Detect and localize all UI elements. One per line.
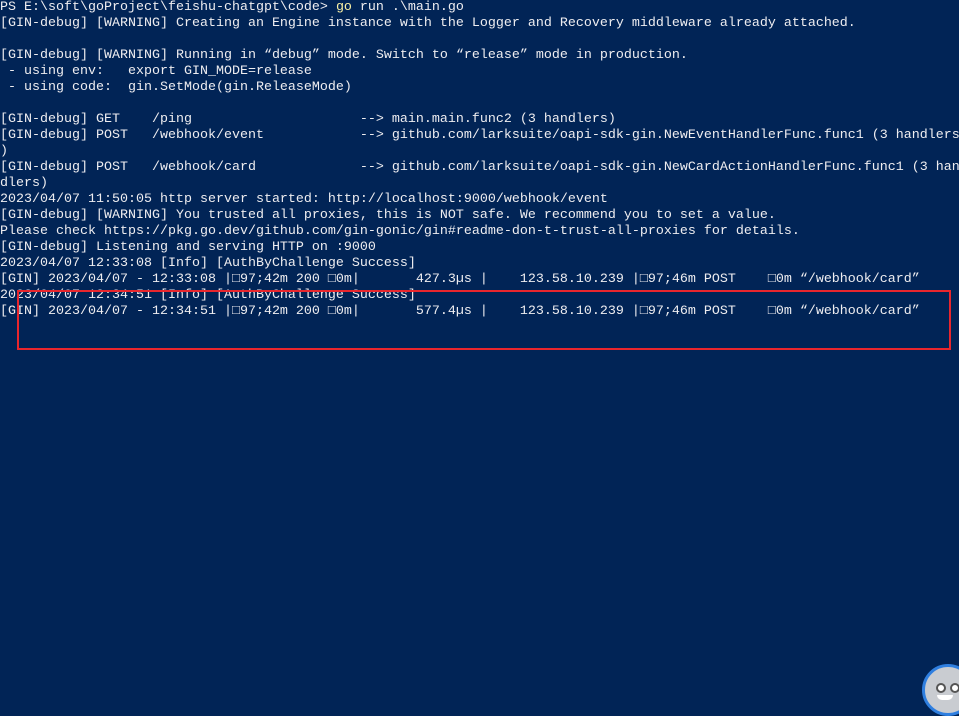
output-line: 2023/04/07 12:33:08 [Info] [AuthByChalle…: [0, 256, 416, 271]
output-line: dlers): [0, 176, 48, 191]
output-line: - using env: export GIN_MODE=release: [0, 64, 312, 79]
output-line: [GIN-debug] [WARNING] You trusted all pr…: [0, 208, 776, 223]
highlight-box: [17, 290, 951, 350]
output-line: [GIN-debug] [WARNING] Creating an Engine…: [0, 16, 856, 31]
output-line: [GIN-debug] GET /ping --> main.main.func…: [0, 112, 616, 127]
output-line: [GIN] 2023/04/07 - 12:33:08 |□97;42m 200…: [0, 272, 920, 287]
terminal-window[interactable]: PS E:\soft\goProject\feishu-chatgpt\code…: [0, 0, 959, 714]
command-args: run .\main.go: [351, 0, 464, 15]
command: go: [335, 0, 352, 15]
output-line: [GIN-debug] POST /webhook/card --> githu…: [0, 160, 959, 175]
prompt-line: PS E:\soft\goProject\feishu-chatgpt\code…: [0, 0, 959, 16]
output-line: [GIN-debug] [WARNING] Running in “debug”…: [0, 48, 688, 63]
output-line: - using code: gin.SetMode(gin.ReleaseMod…: [0, 80, 352, 95]
output-line: [GIN-debug] POST /webhook/event --> gith…: [0, 128, 959, 143]
output-line: [GIN-debug] Listening and serving HTTP o…: [0, 240, 376, 255]
output-line: Please check https://pkg.go.dev/github.c…: [0, 224, 800, 239]
output-line: ): [0, 144, 8, 159]
output-line: 2023/04/07 11:50:05 http server started:…: [0, 192, 608, 207]
prompt: PS E:\soft\goProject\feishu-chatgpt\code…: [0, 0, 336, 15]
